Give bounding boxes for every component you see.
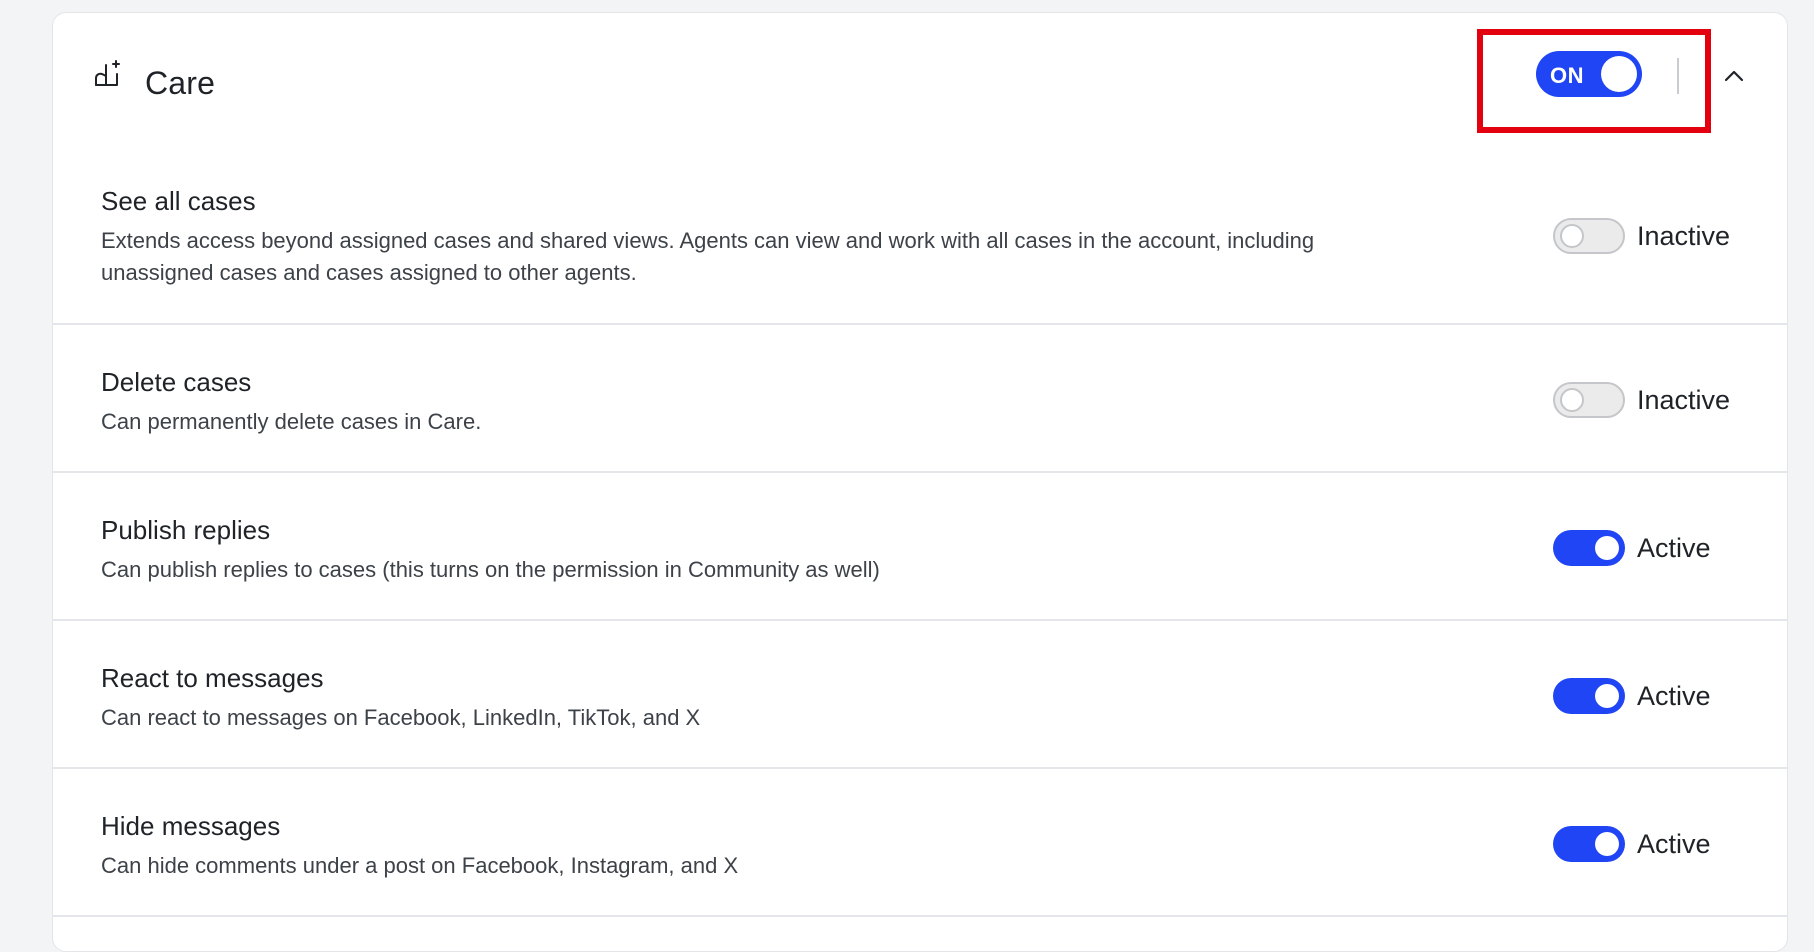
permission-title: Hide messages [101,811,281,841]
permission-row-publish-replies: Publish replies Can publish replies to c… [53,473,1787,621]
see-all-cases-toggle[interactable] [1553,218,1625,254]
toggle-knob [1560,224,1584,248]
react-to-messages-toggle[interactable] [1553,678,1625,714]
toggle-knob [1595,832,1619,856]
permission-title: React to messages [101,663,324,693]
status-label: Active [1637,829,1711,859]
permission-description: Can permanently delete cases in Care. [101,409,482,434]
permission-description: Extends access beyond assigned cases and… [101,228,1315,253]
permission-row-delete-cases: Delete cases Can permanently delete case… [53,325,1787,473]
care-master-toggle[interactable]: ON [1536,51,1642,97]
publish-replies-toggle[interactable] [1553,530,1625,566]
permission-title: Publish replies [101,515,271,545]
status-label: Inactive [1637,221,1731,251]
permission-description: Can hide comments under a post on Facebo… [101,853,739,878]
status-label: Active [1637,533,1711,563]
permission-row-hide-messages: Hide messages Can hide comments under a … [53,769,1787,917]
hand-care-icon [93,58,125,90]
permission-title: Delete cases [101,367,252,397]
toggle-knob [1595,684,1619,708]
status-label: Active [1637,681,1711,711]
delete-cases-toggle[interactable] [1553,382,1625,418]
toggle-knob [1560,388,1584,412]
toggle-knob [1595,536,1619,560]
chevron-up-icon[interactable] [1719,61,1749,91]
care-permissions-card: Care ON See all cases Extends access bey… [52,12,1788,952]
section-title: Care [145,65,216,101]
status-label: Inactive [1637,385,1731,415]
toggle-knob [1601,56,1637,92]
master-toggle-label: ON [1550,63,1584,88]
section-header: Care ON [53,13,1787,141]
permission-row-see-all-cases: See all cases Extends access beyond assi… [53,141,1787,325]
hide-messages-toggle[interactable] [1553,826,1625,862]
permission-description-line2: unassigned cases and cases assigned to o… [101,260,637,285]
permission-description: Can publish replies to cases (this turns… [101,557,880,582]
header-divider [1677,58,1679,94]
permission-description: Can react to messages on Facebook, Linke… [101,705,701,730]
permission-row-react-to-messages: React to messages Can react to messages … [53,621,1787,769]
permission-title: See all cases [101,186,256,216]
